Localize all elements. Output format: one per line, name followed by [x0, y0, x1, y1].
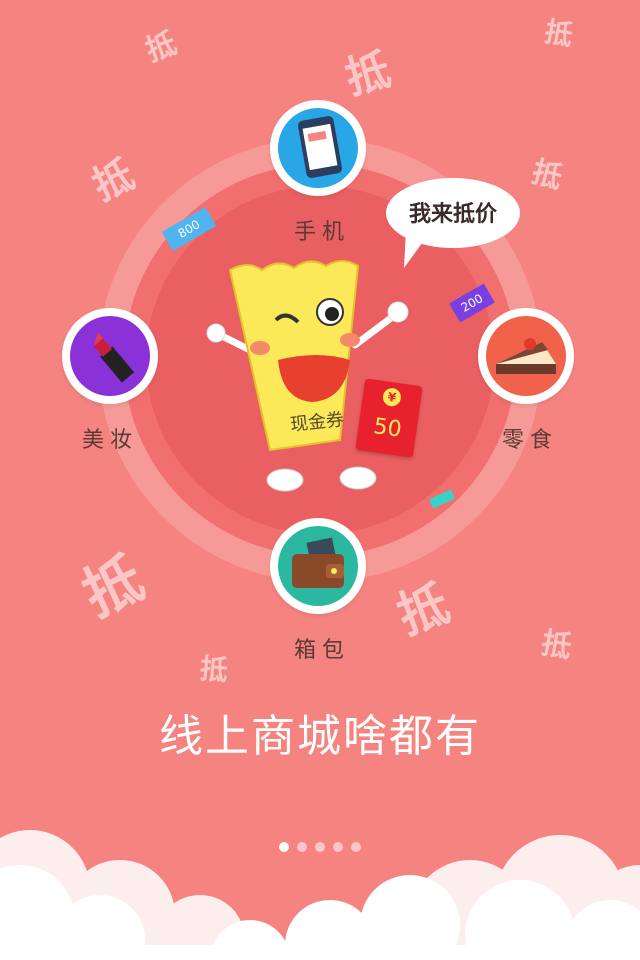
decor-char: 抵	[85, 151, 142, 210]
decor-char: 抵	[528, 154, 567, 197]
speech-bubble-text: 我来抵价	[408, 202, 497, 227]
coupon-mascot	[206, 260, 409, 492]
category-snacks-label: 零食	[502, 428, 559, 453]
decor-char: 抵	[198, 651, 230, 688]
decor-char: 抵	[389, 573, 457, 646]
category-snacks[interactable]	[478, 308, 574, 404]
decor-char: 抵	[538, 625, 575, 666]
wallet-icon	[292, 537, 344, 588]
red-packet: ¥ 50	[355, 378, 423, 458]
lipstick-icon	[93, 332, 135, 383]
decor-char: 抵	[542, 14, 576, 53]
category-makeup[interactable]	[62, 308, 158, 404]
page-headline: 线上商城啥都有	[159, 711, 481, 762]
category-phone[interactable]	[270, 100, 366, 196]
clouds-decoration	[0, 830, 640, 960]
decor-char: 抵	[141, 25, 182, 69]
decor-char: 抵	[72, 543, 154, 630]
category-phone-label: 手机	[294, 220, 351, 245]
category-bags-label: 箱包	[294, 638, 351, 663]
category-makeup-label: 美妆	[82, 428, 139, 453]
decor-char: 抵	[340, 44, 397, 105]
coin-icon: ¥	[381, 387, 403, 408]
red-packet-value: 50	[371, 414, 404, 443]
phone-icon	[298, 116, 342, 178]
cake-icon	[496, 338, 556, 374]
category-bags[interactable]	[270, 518, 366, 614]
